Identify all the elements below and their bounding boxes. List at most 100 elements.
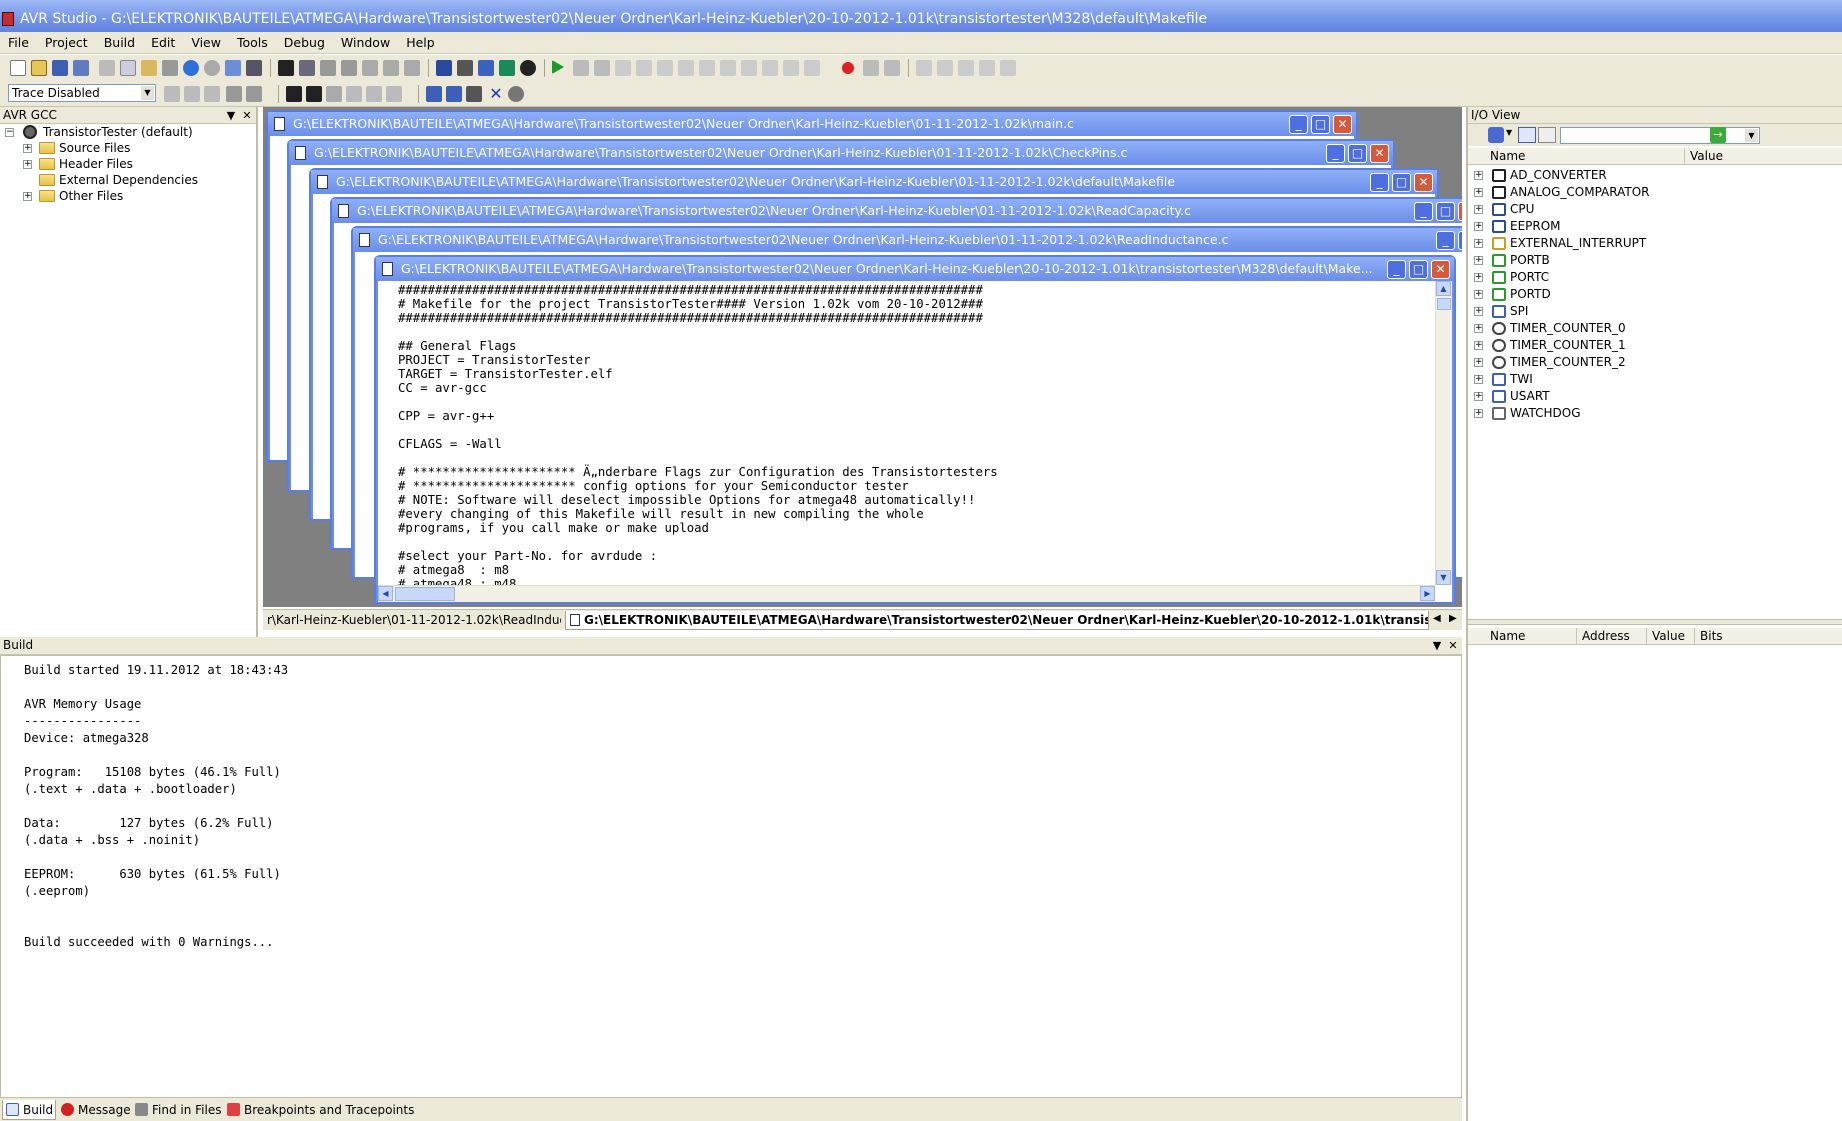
minimize-icon[interactable]: _ bbox=[1436, 231, 1455, 250]
menu-tools[interactable]: Tools bbox=[229, 32, 276, 54]
step-over-icon[interactable] bbox=[636, 60, 652, 76]
minimize-icon[interactable]: _ bbox=[1289, 115, 1308, 134]
expand-icon[interactable]: + bbox=[1474, 205, 1483, 214]
chevron-down-icon[interactable]: ▼ bbox=[1745, 129, 1758, 142]
debug-options-icon[interactable] bbox=[446, 86, 462, 102]
panel-dropdown-icon[interactable]: ▼ bbox=[224, 107, 238, 124]
maximize-icon[interactable]: □ bbox=[1436, 202, 1455, 221]
run-icon[interactable] bbox=[552, 60, 564, 74]
close-icon[interactable]: ✕ bbox=[1446, 637, 1460, 654]
undo-icon[interactable] bbox=[183, 60, 199, 76]
reset-icon[interactable] bbox=[594, 60, 610, 76]
outdent-icon[interactable] bbox=[383, 60, 399, 76]
step-out-icon[interactable] bbox=[657, 60, 673, 76]
maximize-icon[interactable]: □ bbox=[1392, 173, 1411, 192]
trace-stop-icon[interactable] bbox=[184, 86, 200, 102]
print-icon[interactable] bbox=[162, 60, 178, 76]
menu-file[interactable]: File bbox=[0, 32, 37, 54]
expand-icon[interactable]: + bbox=[1474, 239, 1483, 248]
con-options-icon[interactable] bbox=[426, 86, 442, 102]
clean-icon[interactable] bbox=[478, 60, 494, 76]
app-icon[interactable] bbox=[2, 12, 14, 26]
scroll-down-icon[interactable]: ▼ bbox=[1436, 570, 1451, 585]
trace-filter-icon[interactable] bbox=[226, 86, 242, 102]
column-name[interactable]: Name bbox=[1490, 148, 1525, 165]
tab-readinductance[interactable]: r\Karl-Heinz-Kuebler\01-11-2012-1.02k\Re… bbox=[263, 611, 561, 630]
break-icon[interactable] bbox=[573, 60, 589, 76]
menu-view[interactable]: View bbox=[183, 32, 229, 54]
minimize-icon[interactable]: _ bbox=[1326, 144, 1345, 163]
debug-mode-icon[interactable] bbox=[520, 60, 536, 76]
minimize-icon[interactable]: _ bbox=[1370, 173, 1389, 192]
trace-select[interactable]: Trace Disabled ▼ bbox=[8, 84, 156, 102]
redo-icon[interactable] bbox=[204, 60, 220, 76]
new-file-icon[interactable] bbox=[10, 60, 26, 76]
minimize-icon[interactable]: _ bbox=[1414, 202, 1433, 221]
window-title-bar[interactable]: G:\ELEKTRONIK\BAUTEILE\ATMEGA\Hardware\T… bbox=[332, 199, 1462, 223]
find-in-files-icon[interactable] bbox=[246, 60, 262, 76]
minimize-icon[interactable]: _ bbox=[1387, 260, 1406, 279]
close-icon[interactable]: ✕ bbox=[1431, 260, 1450, 279]
next-bookmark-icon[interactable] bbox=[341, 60, 357, 76]
column-address[interactable]: Address bbox=[1576, 628, 1630, 645]
register-window-icon[interactable] bbox=[958, 60, 974, 76]
step-into-icon[interactable] bbox=[615, 60, 631, 76]
scroll-right-icon[interactable]: ▶ bbox=[1420, 586, 1435, 601]
locals-window-icon[interactable] bbox=[1000, 60, 1016, 76]
vertical-scrollbar[interactable]: ▲ ▼ bbox=[1435, 281, 1452, 585]
io-filter-input[interactable]: ▼ bbox=[1560, 127, 1760, 144]
watch-window-icon[interactable] bbox=[937, 60, 953, 76]
tab-scroll-right-icon[interactable]: ▶ bbox=[1449, 613, 1457, 624]
expand-icon[interactable]: + bbox=[23, 160, 32, 169]
memory-window-icon[interactable] bbox=[916, 60, 932, 76]
chevron-down-icon[interactable]: ▼ bbox=[141, 86, 154, 100]
toggle-bookmark-icon[interactable] bbox=[320, 60, 336, 76]
build-icon[interactable] bbox=[436, 60, 452, 76]
chevron-down-icon[interactable]: ▼ bbox=[1506, 128, 1512, 137]
expand-icon[interactable]: + bbox=[1474, 307, 1483, 316]
scroll-thumb[interactable] bbox=[395, 587, 455, 601]
expand-icon[interactable]: + bbox=[1474, 171, 1483, 180]
menu-edit[interactable]: Edit bbox=[143, 32, 183, 54]
tab-makefile-active[interactable]: G:\ELEKTRONIK\BAUTEILE\ATMEGA\Hardware\T… bbox=[565, 611, 1429, 630]
toggle-breakpoint-alt-icon[interactable] bbox=[762, 60, 778, 76]
column-value[interactable]: Value bbox=[1646, 628, 1685, 645]
auto-step-icon[interactable] bbox=[699, 60, 715, 76]
window-title-bar[interactable]: G:\ELEKTRONIK\BAUTEILE\ATMEGA\Hardware\T… bbox=[376, 257, 1454, 281]
list-view-icon[interactable] bbox=[1538, 127, 1556, 143]
window-title-bar[interactable]: G:\ELEKTRONIK\BAUTEILE\ATMEGA\Hardware\T… bbox=[289, 141, 1393, 165]
window-title-bar[interactable]: G:\ELEKTRONIK\BAUTEILE\ATMEGA\Hardware\T… bbox=[268, 112, 1356, 136]
scroll-left-icon[interactable]: ◀ bbox=[378, 586, 393, 601]
comment-icon[interactable] bbox=[404, 60, 420, 76]
menu-debug[interactable]: Debug bbox=[276, 32, 333, 54]
scroll-thumb[interactable] bbox=[1437, 298, 1451, 310]
tab-build[interactable]: Build bbox=[2, 1100, 56, 1120]
breakpoint-icon[interactable] bbox=[842, 62, 854, 74]
expand-icon[interactable]: + bbox=[1474, 375, 1483, 384]
collapse-icon[interactable]: − bbox=[5, 128, 14, 137]
close-icon[interactable]: ✕ bbox=[240, 107, 254, 124]
expand-icon[interactable]: + bbox=[1474, 409, 1483, 418]
editor-window-makefile-active[interactable]: G:\ELEKTRONIK\BAUTEILE\ATMEGA\Hardware\T… bbox=[374, 255, 1456, 604]
platform-icon[interactable] bbox=[466, 86, 482, 102]
stimuli-icon[interactable] bbox=[366, 86, 382, 102]
code-view-icon[interactable] bbox=[286, 86, 302, 102]
column-name[interactable]: Name bbox=[1490, 628, 1525, 645]
splitter[interactable] bbox=[1468, 619, 1842, 625]
expand-icon[interactable]: + bbox=[1474, 290, 1483, 299]
column-value[interactable]: Value bbox=[1684, 148, 1723, 165]
trace-reset-icon[interactable] bbox=[204, 86, 220, 102]
close-icon[interactable]: ✕ bbox=[1414, 173, 1433, 192]
filter-icon[interactable] bbox=[1488, 127, 1504, 143]
expand-icon[interactable]: + bbox=[1474, 222, 1483, 231]
expand-icon[interactable]: + bbox=[1474, 392, 1483, 401]
tree-view-icon[interactable] bbox=[1518, 127, 1536, 143]
maximize-icon[interactable]: □ bbox=[1348, 144, 1367, 163]
quickwatch-icon[interactable] bbox=[741, 60, 757, 76]
logging-icon[interactable] bbox=[386, 86, 402, 102]
tab-find-in-files[interactable]: Find in Files bbox=[132, 1100, 226, 1120]
expand-icon[interactable]: + bbox=[1474, 273, 1483, 282]
compile-icon[interactable] bbox=[457, 60, 473, 76]
windows-icon[interactable] bbox=[225, 60, 241, 76]
menu-project[interactable]: Project bbox=[37, 32, 96, 54]
